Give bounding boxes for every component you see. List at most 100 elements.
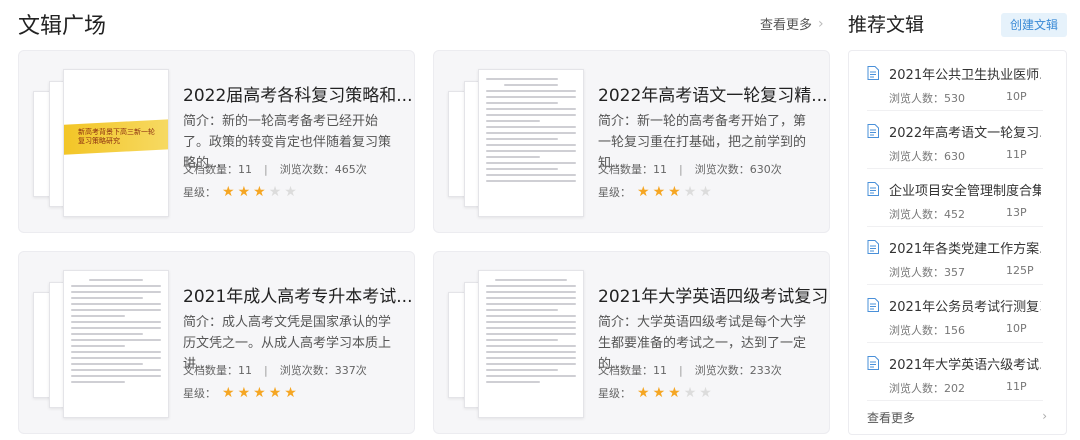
- rating-label: 星级：: [598, 186, 631, 199]
- document-icon: [867, 66, 879, 80]
- recommend-item-name[interactable]: 2021年各类党建工作方案...: [889, 238, 1041, 257]
- meta-separator: |: [264, 163, 268, 176]
- card-title[interactable]: 2022年高考语文一轮复习精...: [598, 81, 827, 106]
- views-value: 357: [944, 266, 965, 279]
- recommend-item[interactable]: 2021年大学英语六级考试... 浏览人数：202 11P: [867, 353, 1043, 401]
- star-empty-icon: ★: [268, 184, 282, 200]
- recommend-item-pages: 11P: [1006, 148, 1027, 161]
- summary-prefix: 简介：: [598, 114, 638, 129]
- doc-count-value: 11: [653, 163, 667, 176]
- recommend-item-views: 浏览人数：156: [889, 322, 965, 338]
- document-icon: [867, 356, 879, 370]
- view-count-value: 337次: [334, 364, 367, 377]
- recommend-item-name[interactable]: 2022年高考语文一轮复习...: [889, 122, 1041, 141]
- meta-separator: |: [679, 163, 683, 176]
- recommend-item-views: 浏览人数：202: [889, 380, 965, 396]
- card-meta: 文档数量：11 | 浏览次数：233次: [598, 362, 782, 378]
- views-label: 浏览人数：: [889, 324, 944, 337]
- card-rating: 星级： ★ ★ ★ ★ ★: [598, 385, 715, 401]
- star-empty-icon: ★: [699, 385, 712, 401]
- card-meta: 文档数量：11 | 浏览次数：630次: [598, 161, 782, 177]
- doc-thumbnail-stack: [448, 69, 588, 217]
- recommend-item-name[interactable]: 2021年大学英语六级考试...: [889, 354, 1041, 373]
- views-label: 浏览人数：: [889, 150, 944, 163]
- recommend-item-pages: 10P: [1006, 322, 1027, 335]
- doc-thumbnail-stack: [33, 270, 173, 418]
- recommend-item-pages: 13P: [1006, 206, 1027, 219]
- star-filled-icon: ★: [253, 385, 266, 401]
- recommend-item[interactable]: 2022年高考语文一轮复习... 浏览人数：630 11P: [867, 121, 1043, 169]
- recommend-item-pages: 125P: [1006, 264, 1034, 277]
- star-rating: ★ ★ ★ ★ ★: [637, 386, 715, 400]
- card-title[interactable]: 2022届高考各科复习策略和...: [183, 81, 412, 106]
- recommend-item-name[interactable]: 2021年公共卫生执业医师...: [889, 64, 1041, 83]
- star-filled-icon: ★: [652, 385, 666, 401]
- views-value: 530: [944, 92, 965, 105]
- document-icon: [867, 124, 879, 138]
- views-value: 156: [944, 324, 965, 337]
- recommend-item-pages: 11P: [1006, 380, 1027, 393]
- doc-count-value: 11: [238, 163, 252, 176]
- card-meta: 文档数量：11 | 浏览次数：465次: [183, 161, 367, 177]
- collection-card[interactable]: 2021年成人高考专升本考试... 简介：成人高考文凭是国家承认的学历文凭之一。…: [18, 251, 415, 434]
- views-label: 浏览人数：: [889, 92, 944, 105]
- card-title[interactable]: 2021年成人高考专升本考试...: [183, 282, 412, 307]
- card-title[interactable]: 2021年大学英语四级考试复习: [598, 282, 828, 307]
- star-empty-icon: ★: [284, 184, 297, 200]
- star-filled-icon: ★: [637, 184, 650, 200]
- thumbnail-cover: 新高考背景下高三新一轮复习策略研究: [63, 69, 169, 217]
- views-value: 202: [944, 382, 965, 395]
- star-rating: ★ ★ ★ ★ ★: [222, 386, 300, 400]
- recommend-title: 推荐文辑: [848, 14, 925, 36]
- star-empty-icon: ★: [699, 184, 712, 200]
- doc-count-label: 文档数量：: [183, 364, 238, 377]
- view-count-label: 浏览次数：: [694, 364, 750, 377]
- views-label: 浏览人数：: [889, 208, 944, 221]
- recommend-item[interactable]: 2021年各类党建工作方案... 浏览人数：357 125P: [867, 237, 1043, 285]
- recommend-item-views: 浏览人数：630: [889, 148, 965, 164]
- recommend-item[interactable]: 2021年公务员考试行测复习 浏览人数：156 10P: [867, 295, 1043, 343]
- views-label: 浏览人数：: [889, 382, 944, 395]
- card-meta: 文档数量：11 | 浏览次数：337次: [183, 362, 367, 378]
- card-rating: 星级： ★ ★ ★ ★ ★: [183, 385, 300, 401]
- star-rating: ★ ★ ★ ★ ★: [637, 185, 715, 199]
- star-filled-icon: ★: [222, 385, 235, 401]
- collection-card[interactable]: 2021年大学英语四级考试复习 简介：大学英语四级考试是每个大学生都要准备的考试…: [433, 251, 830, 434]
- recommend-item-name[interactable]: 2021年公务员考试行测复习: [889, 296, 1041, 315]
- recommend-item-pages: 10P: [1006, 90, 1027, 103]
- chevron-right-icon: ›: [1042, 409, 1047, 423]
- thumbnail-cover: [63, 270, 169, 418]
- recommend-see-more-link[interactable]: 查看更多 ›: [867, 409, 1047, 426]
- star-filled-icon: ★: [652, 184, 666, 200]
- view-count-value: 465次: [334, 163, 367, 176]
- star-filled-icon: ★: [222, 184, 235, 200]
- recommend-item-name[interactable]: 企业项目安全管理制度合集: [889, 180, 1041, 199]
- doc-count-label: 文档数量：: [598, 364, 653, 377]
- document-icon: [867, 240, 879, 254]
- document-icon: [867, 182, 879, 196]
- star-filled-icon: ★: [237, 385, 251, 401]
- chevron-right-icon: ›: [818, 15, 824, 32]
- create-collection-button[interactable]: 创建文辑: [1001, 13, 1067, 37]
- recommend-item[interactable]: 2021年公共卫生执业医师... 浏览人数：530 10P: [867, 63, 1043, 111]
- star-filled-icon: ★: [237, 184, 251, 200]
- doc-thumbnail-stack: [448, 270, 588, 418]
- document-icon: [867, 298, 879, 312]
- star-filled-icon: ★: [284, 385, 297, 401]
- view-count-label: 浏览次数：: [279, 163, 335, 176]
- cover-banner-text: 新高考背景下高三新一轮复习策略研究: [78, 128, 155, 145]
- view-count-value: 233次: [749, 364, 782, 377]
- star-empty-icon: ★: [683, 184, 697, 200]
- star-rating: ★ ★ ★ ★ ★: [222, 185, 300, 199]
- collection-card[interactable]: 新高考背景下高三新一轮复习策略研究 2022届高考各科复习策略和... 简介：新…: [18, 50, 415, 233]
- rating-label: 星级：: [598, 387, 631, 400]
- rating-label: 星级：: [183, 186, 216, 199]
- star-filled-icon: ★: [668, 184, 681, 200]
- collection-card[interactable]: 2022年高考语文一轮复习精... 简介：新一轮的高考备考开始了，第一轮复习重在…: [433, 50, 830, 233]
- see-more-label: 查看更多: [867, 411, 916, 425]
- recommend-item-views: 浏览人数：452: [889, 206, 965, 222]
- doc-count-label: 文档数量：: [598, 163, 653, 176]
- star-filled-icon: ★: [253, 184, 266, 200]
- plaza-see-more-link[interactable]: 查看更多 ›: [760, 14, 824, 34]
- recommend-item[interactable]: 企业项目安全管理制度合集 浏览人数：452 13P: [867, 179, 1043, 227]
